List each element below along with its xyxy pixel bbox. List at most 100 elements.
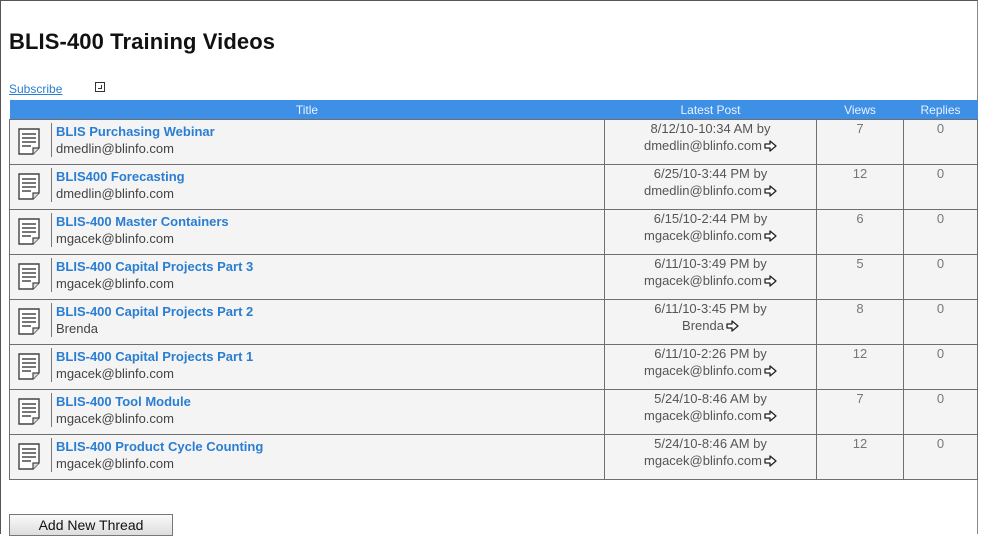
latest-post-cell: 5/24/10-8:46 AM by mgacek@blinfo.com: [604, 434, 817, 480]
latest-post-date: 5/24/10-8:46 AM by: [654, 391, 767, 406]
thread-author: Brenda: [56, 321, 98, 336]
latest-post-date: 6/11/10-2:26 PM by: [654, 346, 767, 361]
views-count: 6: [816, 209, 904, 255]
latest-post-cell: 6/11/10-3:49 PM by mgacek@blinfo.com: [604, 254, 817, 300]
document-icon: [18, 398, 40, 425]
arrow-right-icon[interactable]: [764, 364, 777, 377]
replies-count: 0: [903, 254, 978, 300]
latest-post-date: 6/25/10-3:44 PM by: [653, 166, 768, 181]
document-icon: [18, 308, 40, 335]
subscribe-help-icon[interactable]: [95, 82, 105, 92]
thread-title-link[interactable]: BLIS-400 Capital Projects Part 2: [56, 303, 253, 320]
thread-title-link[interactable]: BLIS-400 Tool Module: [56, 393, 191, 410]
topic-cell: BLIS-400 Capital Projects Part 3 mgacek@b…: [9, 254, 605, 300]
latest-post-cell: 6/25/10-3:44 PM by dmedlin@blinfo.com: [604, 164, 817, 210]
arrow-right-icon[interactable]: [764, 229, 777, 242]
latest-post-author: mgacek@blinfo.com: [644, 453, 762, 468]
arrow-right-icon[interactable]: [764, 139, 777, 152]
arrow-right-icon[interactable]: [764, 274, 777, 287]
column-header-replies[interactable]: Replies: [903, 100, 978, 120]
thread-title-link[interactable]: BLIS-400 Master Containers: [56, 213, 229, 230]
latest-post-cell: 6/11/10-3:45 PM by Brenda: [604, 299, 817, 345]
threads-table: Title Latest Post Views Replies BLIS Pur…: [9, 100, 978, 480]
topic-text: BLIS-400 Product Cycle Counting mgacek@bl…: [51, 438, 263, 472]
document-icon: [18, 173, 40, 200]
thread-title-link[interactable]: BLIS Purchasing Webinar: [56, 123, 215, 140]
latest-post-author: mgacek@blinfo.com: [644, 363, 762, 378]
views-count: 12: [816, 344, 904, 390]
subscribe-link[interactable]: Subscribe: [9, 82, 62, 96]
thread-author: mgacek@blinfo.com: [56, 366, 174, 381]
document-icon: [18, 218, 40, 245]
views-count: 7: [816, 119, 904, 165]
topic-cell: BLIS-400 Master Containers mgacek@blinfo.…: [9, 209, 605, 255]
document-icon: [18, 353, 40, 380]
thread-author: dmedlin@blinfo.com: [56, 186, 174, 201]
topic-text: BLIS Purchasing Webinar dmedlin@blinfo.co…: [51, 123, 215, 157]
latest-post-author: dmedlin@blinfo.com: [644, 183, 762, 198]
add-new-thread-button[interactable]: Add New Thread: [9, 514, 173, 536]
topic-cell: BLIS-400 Capital Projects Part 1 mgacek@b…: [9, 344, 605, 390]
latest-post-cell: 8/12/10-10:34 AM by dmedlin@blinfo.com: [604, 119, 817, 165]
topic-text: BLIS-400 Master Containers mgacek@blinfo.…: [51, 213, 229, 247]
thread-title-link[interactable]: BLIS-400 Product Cycle Counting: [56, 438, 263, 455]
column-header-latest-post[interactable]: Latest Post: [604, 100, 817, 120]
topic-text: BLIS400 Forecasting dmedlin@blinfo.com: [51, 168, 185, 202]
latest-post-cell: 5/24/10-8:46 AM by mgacek@blinfo.com: [604, 389, 817, 435]
views-count: 8: [816, 299, 904, 345]
column-header-title[interactable]: Title: [9, 100, 605, 120]
latest-post-date: 6/11/10-3:49 PM by: [654, 256, 767, 271]
table-row: BLIS-400 Master Containers mgacek@blinfo.…: [9, 209, 978, 255]
topic-text: BLIS-400 Tool Module mgacek@blinfo.com: [51, 393, 191, 427]
document-icon: [18, 128, 40, 155]
views-count: 12: [816, 434, 904, 480]
latest-post-author: Brenda: [682, 318, 724, 333]
topic-text: BLIS-400 Capital Projects Part 1 mgacek@b…: [51, 348, 253, 382]
views-count: 5: [816, 254, 904, 300]
page-title: BLIS-400 Training Videos: [9, 29, 276, 54]
latest-post-date: 5/24/10-8:46 AM by: [654, 436, 767, 451]
arrow-right-icon[interactable]: [726, 319, 739, 332]
column-header-views[interactable]: Views: [816, 100, 904, 120]
thread-author: dmedlin@blinfo.com: [56, 141, 174, 156]
topic-cell: BLIS-400 Tool Module mgacek@blinfo.com: [9, 389, 605, 435]
replies-count: 0: [903, 434, 978, 480]
replies-count: 0: [903, 299, 978, 345]
table-row: BLIS-400 Capital Projects Part 1 mgacek@b…: [9, 344, 978, 390]
table-row: BLIS400 Forecasting dmedlin@blinfo.com 6/2…: [9, 164, 978, 210]
latest-post-author: mgacek@blinfo.com: [644, 228, 762, 243]
replies-count: 0: [903, 389, 978, 435]
latest-post-date: 8/12/10-10:34 AM by: [650, 121, 771, 136]
views-count: 7: [816, 389, 904, 435]
latest-post-author: mgacek@blinfo.com: [644, 408, 762, 423]
thread-author: mgacek@blinfo.com: [56, 411, 174, 426]
topic-cell: BLIS Purchasing Webinar dmedlin@blinfo.co…: [9, 119, 605, 165]
table-row: BLIS Purchasing Webinar dmedlin@blinfo.co…: [9, 119, 978, 165]
thread-title-link[interactable]: BLIS400 Forecasting: [56, 168, 185, 185]
replies-count: 0: [903, 164, 978, 210]
latest-post-author: dmedlin@blinfo.com: [644, 138, 762, 153]
topic-cell: BLIS400 Forecasting dmedlin@blinfo.com: [9, 164, 605, 210]
replies-count: 0: [903, 119, 978, 165]
views-count: 12: [816, 164, 904, 210]
thread-title-link[interactable]: BLIS-400 Capital Projects Part 1: [56, 348, 253, 365]
latest-post-cell: 6/15/10-2:44 PM by mgacek@blinfo.com: [604, 209, 817, 255]
topic-text: BLIS-400 Capital Projects Part 2 Brenda: [51, 303, 253, 337]
document-icon: [18, 443, 40, 470]
arrow-right-icon[interactable]: [764, 454, 777, 467]
arrow-right-icon[interactable]: [764, 184, 777, 197]
replies-count: 0: [903, 209, 978, 255]
table-row: BLIS-400 Tool Module mgacek@blinfo.com 5/2…: [9, 389, 978, 435]
latest-post-cell: 6/11/10-2:26 PM by mgacek@blinfo.com: [604, 344, 817, 390]
thread-author: mgacek@blinfo.com: [56, 456, 174, 471]
table-row: BLIS-400 Capital Projects Part 3 mgacek@b…: [9, 254, 978, 300]
document-icon: [18, 263, 40, 290]
arrow-right-icon[interactable]: [764, 409, 777, 422]
thread-title-link[interactable]: BLIS-400 Capital Projects Part 3: [56, 258, 253, 275]
latest-post-date: 6/15/10-2:44 PM by: [653, 211, 768, 226]
latest-post-date: 6/11/10-3:45 PM by: [654, 301, 767, 316]
topic-cell: BLIS-400 Product Cycle Counting mgacek@bl…: [9, 434, 605, 480]
topic-cell: BLIS-400 Capital Projects Part 2 Brenda: [9, 299, 605, 345]
thread-author: mgacek@blinfo.com: [56, 231, 174, 246]
table-header-row: Title Latest Post Views Replies: [9, 100, 978, 120]
